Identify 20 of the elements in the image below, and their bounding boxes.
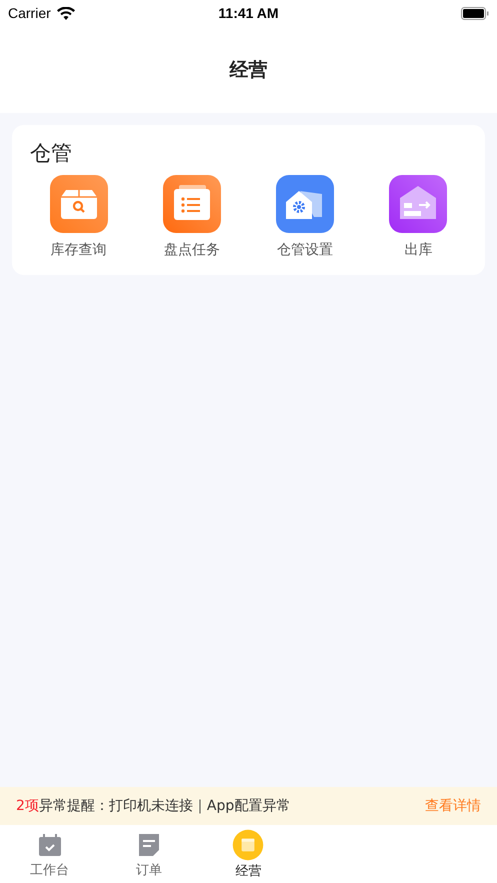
alert-message: 2项异常提醒：打印机未连接｜App配置异常 <box>16 797 290 815</box>
page-title: 经营 <box>230 58 268 82</box>
house-gear-icon <box>276 175 334 233</box>
note-icon <box>138 833 160 857</box>
menu-item[interactable]: 出库 <box>389 175 448 259</box>
menu-item[interactable]: 库存查询 <box>50 175 108 259</box>
menu-item[interactable]: 盘点任务 <box>162 175 221 259</box>
tab[interactable]: 经营 <box>232 825 264 883</box>
clock-time: 11:41 AM <box>217 5 280 21</box>
battery-icon <box>461 6 489 20</box>
tab[interactable]: 工作台 <box>30 825 70 883</box>
tab[interactable]: 订单 <box>136 825 162 883</box>
box-search-icon <box>50 175 108 233</box>
section-title: 仓管 <box>29 140 72 167</box>
menu-item[interactable]: 仓管设置 <box>276 175 334 259</box>
list-icon <box>162 175 221 233</box>
wifi-icon <box>56 6 75 20</box>
carrier-name: Carrier <box>8 5 51 21</box>
shop-icon <box>232 829 264 861</box>
calendar-icon <box>38 833 62 857</box>
